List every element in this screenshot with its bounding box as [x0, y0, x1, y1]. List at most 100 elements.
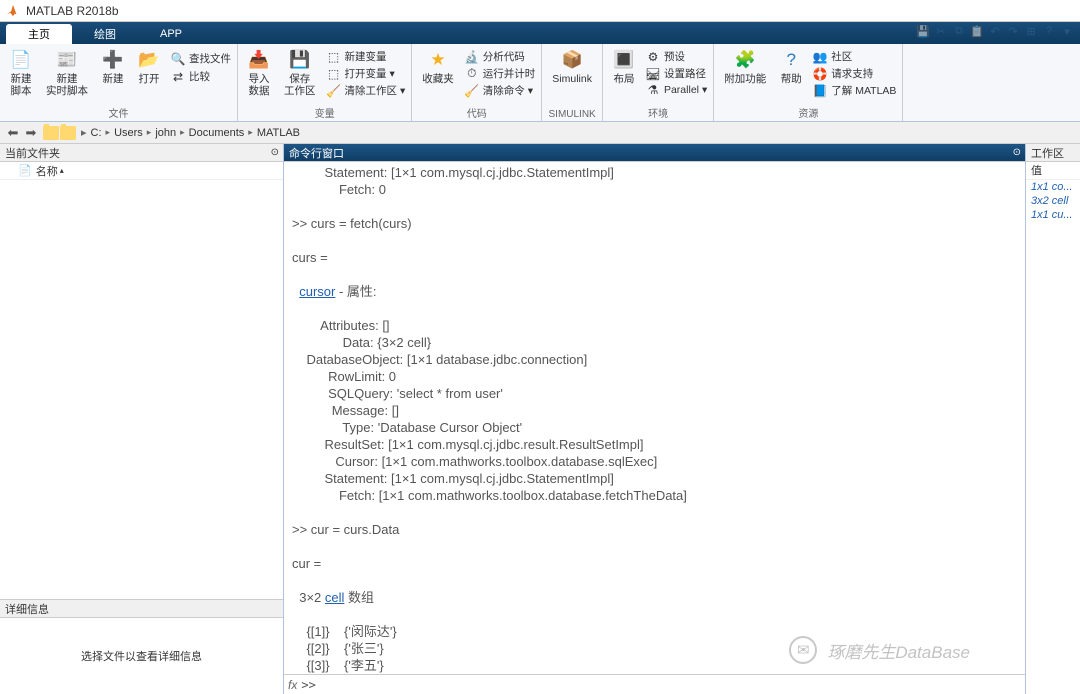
clear-commands-button[interactable]: 🧹清除命令 ▾ — [462, 82, 538, 99]
command-window-panel: 命令行窗口 ⊙ Statement: [1×1 com.mysql.cj.jdb… — [284, 144, 1026, 694]
cmd-line: cursor - 属性: — [292, 283, 1017, 300]
workspace-item[interactable]: 3x2 cell — [1026, 194, 1080, 208]
folder-browse-icon[interactable] — [60, 126, 76, 140]
community-button[interactable]: 👥社区 — [810, 48, 898, 65]
cut-icon[interactable]: ✂ — [934, 24, 948, 38]
current-folder-panel: 当前文件夹 ⊙ 📄名称▴ 详细信息 选择文件以查看详细信息 — [0, 144, 284, 694]
breadcrumb: C:▸ Users▸ john▸ Documents▸ MATLAB — [91, 127, 301, 139]
new-variable-button[interactable]: ⬚新建变量 — [324, 48, 408, 65]
undo-icon[interactable]: ↶ — [988, 24, 1002, 38]
tab-home[interactable]: 主页 — [6, 24, 72, 44]
cmd-line: Statement: [1×1 com.mysql.cj.jdbc.Statem… — [292, 164, 1017, 181]
cmd-line: {[3]} {'李五'} — [292, 657, 1017, 674]
star-icon: ★ — [427, 49, 449, 71]
plus-icon: ➕ — [102, 49, 124, 71]
cmd-line: Type: 'Database Cursor Object' — [292, 419, 1017, 436]
fx-icon[interactable]: fx — [288, 678, 297, 692]
preferences-button[interactable]: ⚙预设 — [643, 48, 709, 65]
cmd-line: >> cur = curs.Data — [292, 521, 1017, 538]
address-bar: ⬅ ➡ ▸ C:▸ Users▸ john▸ Documents▸ MATLAB — [0, 122, 1080, 144]
cmd-line: Fetch: [1×1 com.mathworks.toolbox.databa… — [292, 487, 1017, 504]
crumb-documents[interactable]: Documents — [189, 127, 245, 139]
simulink-group-label: SIMULINK — [546, 108, 598, 121]
new-script-button[interactable]: 📄新建 脚本 — [4, 46, 38, 104]
search-files-icon: 🔍 — [170, 52, 186, 66]
find-files-button[interactable]: 🔍查找文件 — [168, 50, 233, 67]
back-button[interactable]: ⬅ — [4, 124, 22, 142]
cmd-line: RowLimit: 0 — [292, 368, 1017, 385]
open-variable-button[interactable]: ⬚打开变量 ▾ — [324, 65, 408, 82]
addons-button[interactable]: 🧩附加功能 — [718, 46, 772, 104]
cmd-line: SQLQuery: 'select * from user' — [292, 385, 1017, 402]
open-var-icon: ⬚ — [326, 67, 342, 81]
redo-icon[interactable]: ↷ — [1006, 24, 1020, 38]
name-column-header[interactable]: 📄名称▴ — [0, 162, 283, 180]
cmd-line: Attributes: [] — [292, 317, 1017, 334]
help-icon[interactable]: ? — [1042, 24, 1056, 38]
request-support-button[interactable]: 🛟请求支持 — [810, 65, 898, 82]
matlab-logo-icon — [6, 4, 20, 18]
cmd-line — [292, 606, 1017, 623]
cmd-line: Statement: [1×1 com.mysql.cj.jdbc.Statem… — [292, 470, 1017, 487]
open-button[interactable]: 📂打开 — [132, 46, 166, 104]
paste-icon[interactable]: 📋 — [970, 24, 984, 38]
path-icon: 🛤 — [645, 67, 661, 81]
command-window-output[interactable]: Statement: [1×1 com.mysql.cj.jdbc.Statem… — [284, 162, 1025, 674]
run-and-time-button[interactable]: ⏱运行并计时 — [462, 65, 538, 82]
crumb-users[interactable]: Users — [114, 127, 143, 139]
forward-button[interactable]: ➡ — [22, 124, 40, 142]
cmd-line — [292, 504, 1017, 521]
simulink-icon: 📦 — [561, 49, 583, 71]
copy-icon[interactable]: ⧉ — [952, 24, 966, 38]
current-folder-header: 当前文件夹 ⊙ — [0, 144, 283, 162]
clear-cmd-icon: 🧹 — [464, 84, 480, 98]
environment-group-label: 环境 — [607, 104, 709, 121]
ribbon: 📄新建 脚本 📰新建 实时脚本 ➕新建 📂打开 🔍查找文件 ⇄比较 文件 📥导入… — [0, 44, 1080, 122]
crumb-matlab[interactable]: MATLAB — [257, 127, 300, 139]
workspace-item[interactable]: 1x1 co... — [1026, 180, 1080, 194]
crumb-drive[interactable]: C: — [91, 127, 102, 139]
favorites-button[interactable]: ★收藏夹 — [416, 46, 460, 104]
quick-access-toolbar: 💾 ✂ ⧉ 📋 ↶ ↷ ⊞ ? ▾ — [916, 24, 1074, 38]
workspace-list[interactable]: 1x1 co...3x2 cell1x1 cu... — [1026, 180, 1080, 222]
parallel-button[interactable]: ⚗Parallel ▾ — [643, 82, 709, 98]
simulink-button[interactable]: 📦Simulink — [546, 46, 598, 108]
cmd-line: curs = — [292, 249, 1017, 266]
crumb-user[interactable]: john — [155, 127, 176, 139]
clear-workspace-button[interactable]: 🧹清除工作区 ▾ — [324, 82, 408, 99]
details-header: 详细信息 — [0, 600, 283, 618]
learn-matlab-button[interactable]: 📘了解 MATLAB — [810, 82, 898, 99]
cmd-line: Data: {3×2 cell} — [292, 334, 1017, 351]
analyze-code-button[interactable]: 🔬分析代码 — [462, 48, 538, 65]
resources-group-label: 资源 — [718, 104, 898, 121]
new-live-script-button[interactable]: 📰新建 实时脚本 — [40, 46, 94, 104]
save-icon[interactable]: 💾 — [916, 24, 930, 38]
value-column-header[interactable]: 值 — [1026, 162, 1080, 180]
tab-apps[interactable]: APP — [138, 24, 204, 44]
cmd-line: ResultSet: [1×1 com.mysql.cj.jdbc.result… — [292, 436, 1017, 453]
workspace-header: 工作区 — [1026, 144, 1080, 162]
live-script-icon: 📰 — [56, 49, 78, 71]
folder-up-icon[interactable] — [43, 126, 59, 140]
current-folder-list[interactable] — [0, 180, 283, 599]
gear-icon: ⚙ — [645, 50, 661, 64]
code-group-label: 代码 — [416, 104, 537, 121]
panel-menu-icon[interactable]: ⊙ — [271, 147, 279, 158]
people-icon: 👥 — [812, 50, 828, 64]
set-path-button[interactable]: 🛤设置路径 — [643, 65, 709, 82]
window-title: MATLAB R2018b — [26, 4, 119, 18]
panel-menu-icon[interactable]: ⊙ — [1013, 147, 1021, 158]
workspace-item[interactable]: 1x1 cu... — [1026, 208, 1080, 222]
compare-button[interactable]: ⇄比较 — [168, 68, 233, 85]
save-workspace-button[interactable]: 💾保存 工作区 — [278, 46, 322, 104]
layout-icon: 🔳 — [613, 49, 635, 71]
minimize-ribbon-icon[interactable]: ▾ — [1060, 24, 1074, 38]
tab-plots[interactable]: 绘图 — [72, 24, 138, 44]
import-data-button[interactable]: 📥导入 数据 — [242, 46, 276, 104]
command-prompt-row[interactable]: fx >> — [284, 674, 1025, 694]
new-button[interactable]: ➕新建 — [96, 46, 130, 104]
help-button[interactable]: ?帮助 — [774, 46, 808, 104]
switch-windows-icon[interactable]: ⊞ — [1024, 24, 1038, 38]
question-icon: ? — [780, 49, 802, 71]
layout-button[interactable]: 🔳布局 — [607, 46, 641, 104]
